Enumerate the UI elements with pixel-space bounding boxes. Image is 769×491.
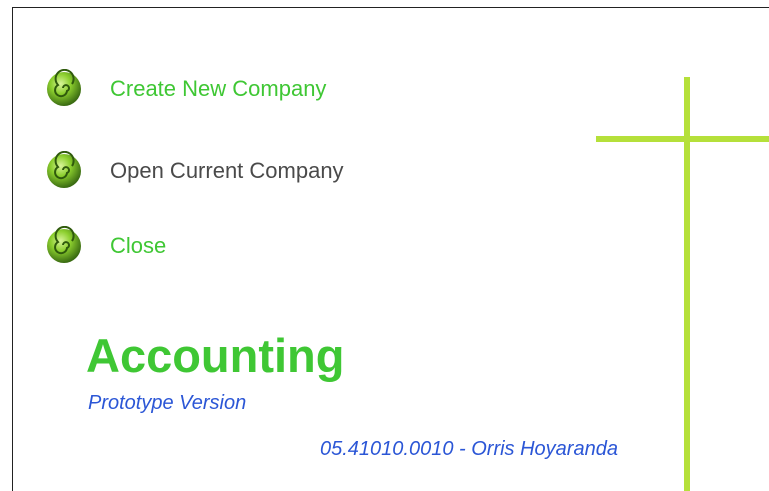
create-new-company-item[interactable]: Create New Company <box>44 68 326 109</box>
close-item[interactable]: Close <box>44 225 166 266</box>
version-credit: 05.41010.0010 - Orris Hoyaranda <box>320 438 618 460</box>
swirl-bullet-icon <box>44 150 84 191</box>
close-label[interactable]: Close <box>110 233 166 259</box>
swirl-bullet-icon <box>44 225 84 266</box>
app-subtitle: Prototype Version <box>88 392 247 414</box>
swirl-bullet-icon <box>44 68 84 109</box>
open-current-company-label[interactable]: Open Current Company <box>110 158 344 184</box>
app-title: Accounting <box>86 329 345 382</box>
decorative-cross-horizontal <box>596 136 769 142</box>
create-new-company-label[interactable]: Create New Company <box>110 76 326 102</box>
open-current-company-item[interactable]: Open Current Company <box>44 150 344 191</box>
